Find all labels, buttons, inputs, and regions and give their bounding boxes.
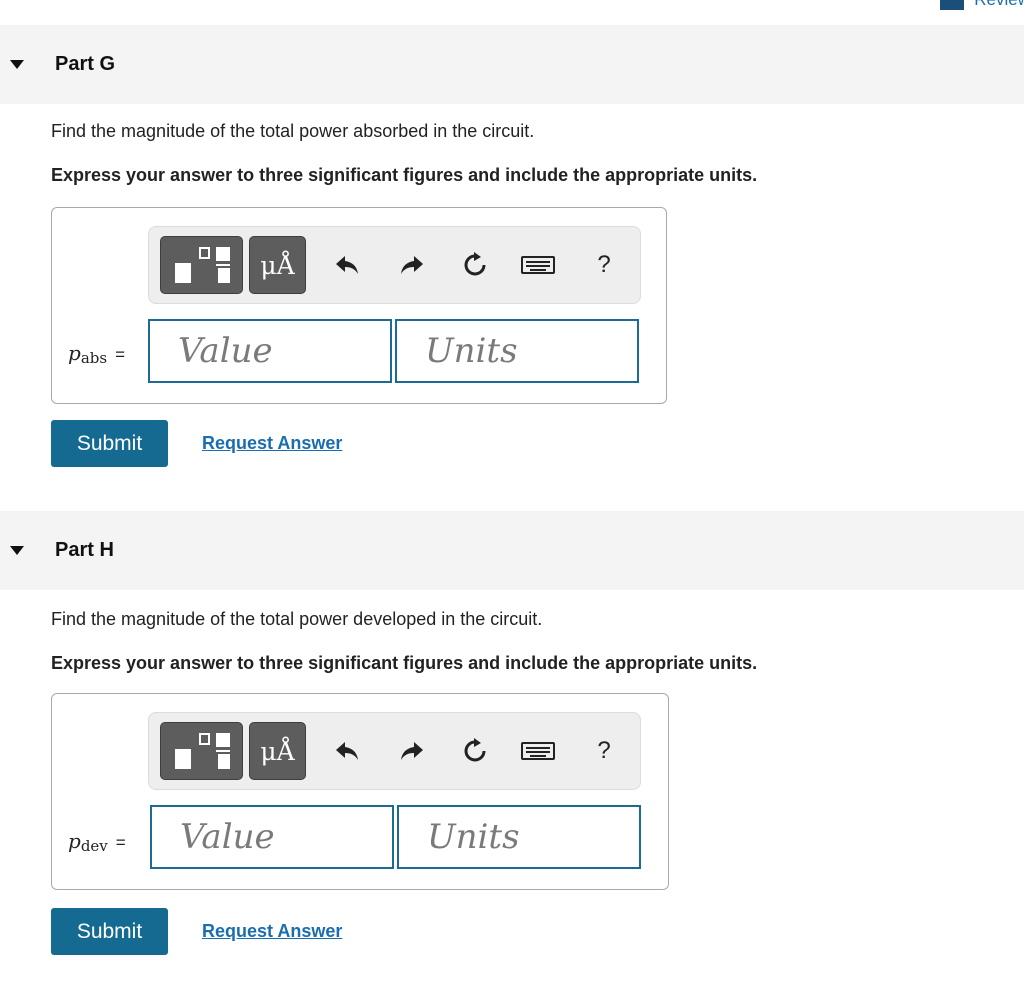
value-input[interactable] <box>148 319 392 383</box>
question-prompt: Find the magnitude of the total power ab… <box>51 121 535 141</box>
variable-symbol: p <box>68 341 81 365</box>
request-answer-link[interactable]: Request Answer <box>202 433 342 454</box>
undo-icon[interactable] <box>329 247 365 283</box>
symbols-button[interactable]: μÅ <box>249 722 306 780</box>
request-answer-link[interactable]: Request Answer <box>202 921 342 942</box>
submit-button[interactable]: Submit <box>51 908 168 955</box>
answer-instruction: Express your answer to three significant… <box>51 653 758 673</box>
symbols-button[interactable]: μÅ <box>249 236 306 294</box>
help-icon[interactable]: ? <box>586 247 622 283</box>
collapse-caret-icon[interactable] <box>10 60 24 69</box>
collapse-caret-icon[interactable] <box>10 546 24 555</box>
part-g-header[interactable]: Part G <box>0 25 1024 104</box>
help-icon[interactable]: ? <box>586 733 622 769</box>
units-input[interactable] <box>397 805 641 869</box>
templates-button[interactable] <box>160 236 243 294</box>
variable-label: pabs = <box>68 341 125 367</box>
book-icon <box>940 0 965 10</box>
part-title: Part G <box>55 53 116 75</box>
redo-icon[interactable] <box>394 247 430 283</box>
templates-button[interactable] <box>160 722 243 780</box>
math-toolbar: μÅ ? <box>148 226 641 304</box>
undo-icon[interactable] <box>329 733 365 769</box>
redo-icon[interactable] <box>394 733 430 769</box>
variable-subscript: abs <box>80 349 108 367</box>
variable-symbol: p <box>68 829 81 853</box>
math-toolbar: μÅ ? <box>148 712 641 790</box>
keyboard-icon[interactable] <box>520 247 556 283</box>
answer-instruction: Express your answer to three significant… <box>51 165 758 185</box>
answer-box: μÅ ? pdev = <box>51 693 669 890</box>
question-prompt: Find the magnitude of the total power de… <box>51 609 543 629</box>
equals-sign: = <box>115 833 126 852</box>
value-input[interactable] <box>150 805 394 869</box>
submit-button[interactable]: Submit <box>51 420 168 467</box>
review-label: Review <box>974 0 1024 10</box>
variable-label: pdev = <box>68 829 126 855</box>
equals-sign: = <box>115 345 125 364</box>
part-title: Part H <box>55 539 114 561</box>
reset-icon[interactable] <box>457 733 493 769</box>
review-link[interactable]: Review <box>940 0 1024 10</box>
part-h-header[interactable]: Part H <box>0 511 1024 590</box>
units-input[interactable] <box>395 319 639 383</box>
answer-box: μÅ ? pabs = <box>51 207 667 404</box>
variable-subscript: dev <box>80 837 108 855</box>
keyboard-icon[interactable] <box>520 733 556 769</box>
reset-icon[interactable] <box>457 247 493 283</box>
